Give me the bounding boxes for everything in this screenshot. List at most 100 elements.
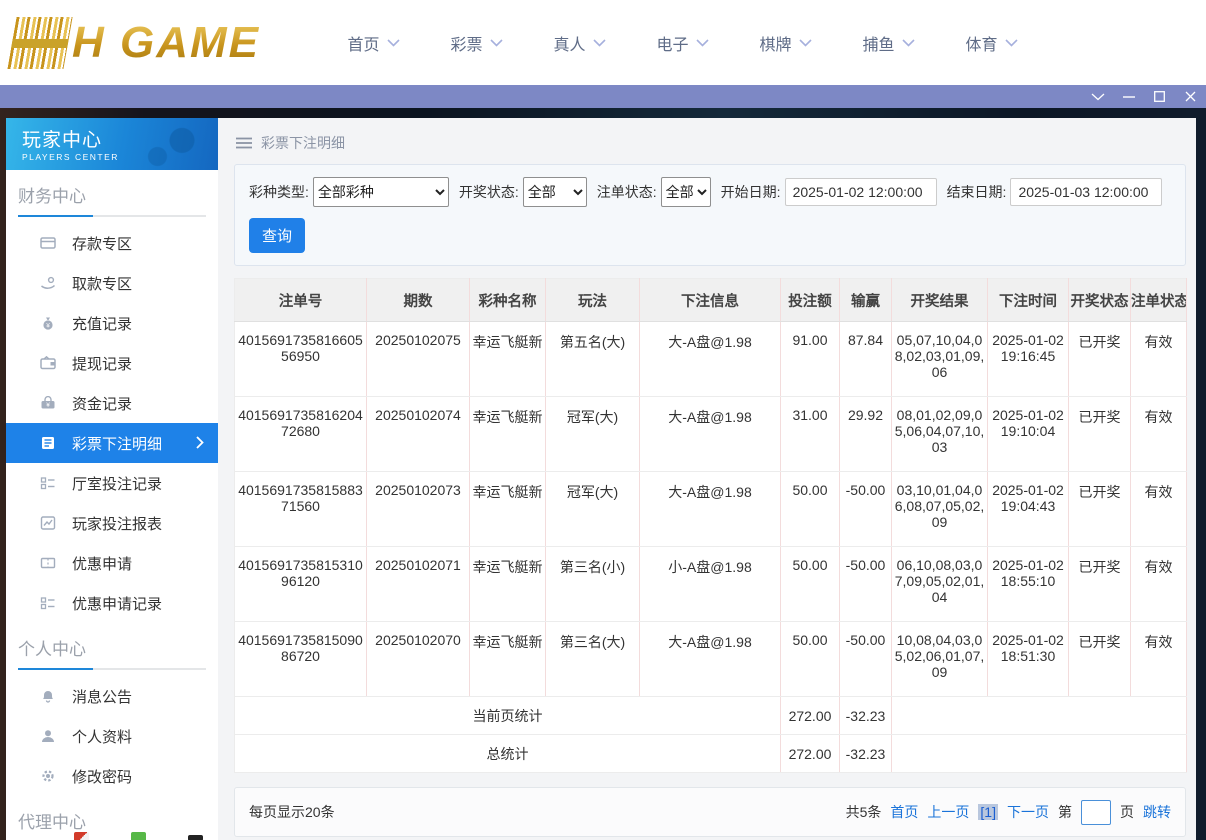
table-row: 401569173581660556950 20250102075 幸运飞艇新 … <box>234 321 1187 397</box>
maximize-icon <box>1154 91 1165 102</box>
pagination-bar: 每页显示20条 共5条 首页 上一页 [1] 下一页 第 页 跳转 <box>234 787 1186 837</box>
app-frame: 玩家中心 PLAYERS CENTER 财务中心 存款专区 取款专区 ¥ 充值记… <box>0 108 1206 840</box>
nav-item-sports[interactable]: 体育 <box>940 31 1043 55</box>
table-row: 401569173581588371560 20250102073 幸运飞艇新 … <box>234 471 1187 547</box>
close-icon <box>1185 91 1196 102</box>
nav-item-cards[interactable]: 棋牌 <box>734 31 837 55</box>
sidebar-item-player-report[interactable]: 玩家投注报表 <box>6 503 218 543</box>
current-page-indicator: [1] <box>978 804 998 820</box>
table-row: 401569173581509086720 20250102070 幸运飞艇新 … <box>234 621 1187 697</box>
chevron-down-icon <box>901 38 915 47</box>
content-shell: 玩家中心 PLAYERS CENTER 财务中心 存款专区 取款专区 ¥ 充值记… <box>6 118 1196 840</box>
chevron-down-icon <box>1004 38 1018 47</box>
next-page-link[interactable]: 下一页 <box>1007 802 1049 822</box>
svg-text:¥: ¥ <box>46 322 50 329</box>
chevron-down-icon <box>592 38 606 47</box>
prev-page-link[interactable]: 上一页 <box>927 802 969 822</box>
promo-apply-icon <box>39 555 57 571</box>
nav-item-slots[interactable]: 电子 <box>631 31 734 55</box>
grand-summary-label: 总统计 <box>234 734 781 773</box>
jump-prefix-text: 第 <box>1058 804 1072 820</box>
chevron-down-icon <box>798 38 812 47</box>
window-maximize-button[interactable] <box>1144 85 1175 108</box>
window-minimize-button[interactable] <box>1113 85 1144 108</box>
window-dropdown-button[interactable] <box>1082 85 1113 108</box>
nav-item-lottery[interactable]: 彩票 <box>425 31 528 55</box>
start-date-input[interactable] <box>784 178 937 206</box>
lottery-type-label: 彩种类型: <box>249 184 309 200</box>
page-title: 彩票下注明细 <box>261 135 345 151</box>
window-titlebar <box>0 85 1206 108</box>
section-title-finance: 财务中心 <box>18 187 86 206</box>
svg-text:¥: ¥ <box>46 402 50 409</box>
sidebar-item-withdrawal-record[interactable]: 提现记录 <box>6 343 218 383</box>
sidebar-item-withdraw[interactable]: 取款专区 <box>6 263 218 303</box>
brand-logo[interactable]: H GAME <box>7 16 260 69</box>
bet-table-panel: 注单号 期数 彩种名称 玩法 下注信息 投注额 输赢 开奖结果 下注时间 开奖状… <box>234 278 1187 773</box>
jump-suffix-text: 页 <box>1120 804 1134 820</box>
sidebar-item-recharge-record[interactable]: ¥ 充值记录 <box>6 303 218 343</box>
withdraw-record-icon <box>39 355 57 371</box>
recharge-bag-icon: ¥ <box>39 315 57 331</box>
hamburger-menu-icon[interactable] <box>236 137 252 149</box>
bet-status-select[interactable]: 全部 <box>660 177 711 207</box>
table-header-row: 注单号 期数 彩种名称 玩法 下注信息 投注额 输赢 开奖结果 下注时间 开奖状… <box>234 278 1187 322</box>
nav-item-live[interactable]: 真人 <box>528 31 631 55</box>
sidebar-item-hall-bet-record[interactable]: 厅室投注记录 <box>6 463 218 503</box>
table-row: 401569173581620472680 20250102074 幸运飞艇新 … <box>234 396 1187 472</box>
sidebar-item-messages[interactable]: 消息公告 <box>6 676 218 716</box>
jump-button[interactable]: 跳转 <box>1143 802 1171 822</box>
page-size-text: 每页显示20条 <box>249 804 335 820</box>
page-winloss-total: -32.23 <box>839 696 892 735</box>
logo-text: H GAME <box>72 17 260 67</box>
draw-status-select[interactable]: 全部 <box>522 177 587 207</box>
main-content: 彩票下注明细 彩种类型: 全部彩种 开奖状态: 全部 注单状态: 全部 开始日期… <box>218 118 1196 840</box>
page-bet-total: 272.00 <box>780 696 840 735</box>
main-menu: 首页 彩票 真人 电子 棋牌 捕鱼 体育 <box>322 31 1043 55</box>
sidebar-title: 玩家中心 <box>22 130 103 151</box>
total-count-text: 共5条 <box>845 804 882 820</box>
nav-item-fishing[interactable]: 捕鱼 <box>837 31 940 55</box>
lottery-bet-detail-icon <box>39 435 57 451</box>
start-date-label: 开始日期: <box>720 184 781 200</box>
page-jump-input[interactable] <box>1081 799 1111 825</box>
gear-icon <box>39 768 57 784</box>
logo-mark-icon <box>7 16 73 69</box>
end-date-label: 结束日期: <box>946 184 1007 200</box>
bell-icon <box>39 688 57 704</box>
top-navbar: H GAME 首页 彩票 真人 电子 棋牌 捕鱼 体育 <box>0 0 1206 85</box>
cutoff-desktop-icons <box>74 832 203 840</box>
chevron-down-icon <box>695 38 709 47</box>
page-summary-row: 当前页统计 272.00 -32.23 <box>234 696 1187 735</box>
sidebar-item-change-password[interactable]: 修改密码 <box>6 756 218 796</box>
draw-status-label: 开奖状态: <box>458 184 519 200</box>
breadcrumb: 彩票下注明细 <box>228 130 1196 156</box>
first-page-link[interactable]: 首页 <box>890 802 918 822</box>
window-close-button[interactable] <box>1175 85 1206 108</box>
sidebar-item-lottery-bet-detail[interactable]: 彩票下注明细 <box>6 423 218 463</box>
promo-record-icon <box>39 595 57 611</box>
table-row: 401569173581531096120 20250102071 幸运飞艇新 … <box>234 546 1187 622</box>
chevron-right-icon <box>196 436 204 449</box>
funds-record-icon: ¥ <box>39 395 57 411</box>
withdraw-hand-icon <box>39 275 57 291</box>
sidebar-subtitle: PLAYERS CENTER <box>22 152 119 162</box>
nav-item-home[interactable]: 首页 <box>322 31 425 55</box>
sidebar-header: 玩家中心 PLAYERS CENTER <box>6 118 218 170</box>
filter-panel: 彩种类型: 全部彩种 开奖状态: 全部 注单状态: 全部 开始日期: 结束日期:… <box>234 164 1186 266</box>
sidebar-item-promo-record[interactable]: 优惠申请记录 <box>6 583 218 623</box>
chevron-down-icon <box>489 38 503 47</box>
sidebar-item-profile[interactable]: 个人资料 <box>6 716 218 756</box>
sidebar: 玩家中心 PLAYERS CENTER 财务中心 存款专区 取款专区 ¥ 充值记… <box>6 118 218 840</box>
hall-bet-record-icon <box>39 475 57 491</box>
section-title-agent: 代理中心 <box>18 813 86 832</box>
minimize-icon <box>1122 95 1135 98</box>
section-title-personal: 个人中心 <box>18 640 86 659</box>
end-date-input[interactable] <box>1010 178 1163 206</box>
sidebar-item-deposit[interactable]: 存款专区 <box>6 223 218 263</box>
search-button[interactable]: 查询 <box>249 218 306 253</box>
section-underline <box>18 668 206 670</box>
sidebar-item-promo-apply[interactable]: 优惠申请 <box>6 543 218 583</box>
sidebar-item-funds-record[interactable]: ¥ 资金记录 <box>6 383 218 423</box>
lottery-type-select[interactable]: 全部彩种 <box>312 177 449 207</box>
